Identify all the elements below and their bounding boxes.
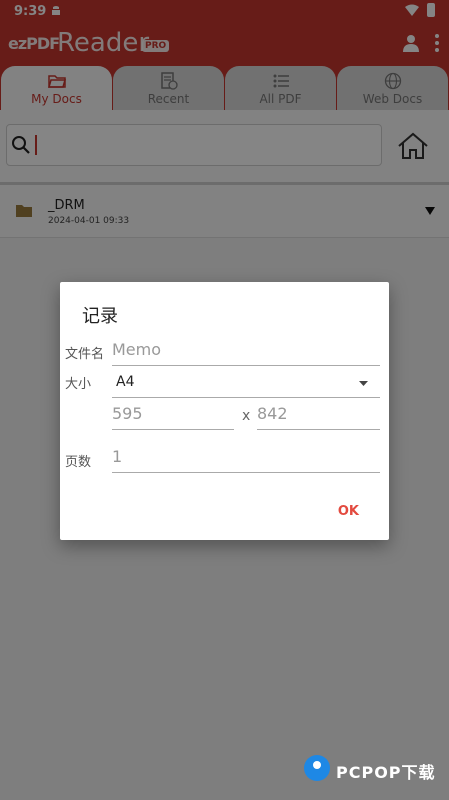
file-name-field[interactable]: Memo bbox=[112, 337, 380, 366]
watermark-text: PCPOP下载 bbox=[336, 763, 436, 782]
pages-placeholder: 1 bbox=[112, 447, 123, 466]
watermark-logo-icon bbox=[304, 755, 330, 781]
watermark: PCPOP下载 bbox=[304, 753, 444, 785]
dropdown-arrow-icon bbox=[359, 381, 368, 386]
page-size-select[interactable]: A4 bbox=[112, 369, 380, 398]
size-separator: x bbox=[242, 408, 251, 424]
file-name-placeholder: Memo bbox=[112, 340, 162, 359]
size-label: 大小 bbox=[65, 377, 92, 392]
app-screen: 9:39 ezPDF Reader PRO My Docs Recent All… bbox=[0, 0, 449, 800]
new-memo-dialog: 记录 文件名 Memo 大小 A4 595 x 842 页数 1 OK bbox=[60, 282, 389, 540]
pages-field[interactable]: 1 bbox=[112, 444, 380, 473]
page-size-value: A4 bbox=[116, 374, 135, 390]
pages-label: 页数 bbox=[65, 455, 92, 470]
width-placeholder: 595 bbox=[112, 404, 143, 423]
ok-button[interactable]: OK bbox=[338, 504, 359, 519]
dialog-title: 记录 bbox=[82, 306, 118, 327]
width-field[interactable]: 595 bbox=[112, 401, 234, 430]
file-name-label: 文件名 bbox=[65, 347, 105, 362]
height-field[interactable]: 842 bbox=[257, 401, 380, 430]
height-placeholder: 842 bbox=[257, 404, 288, 423]
